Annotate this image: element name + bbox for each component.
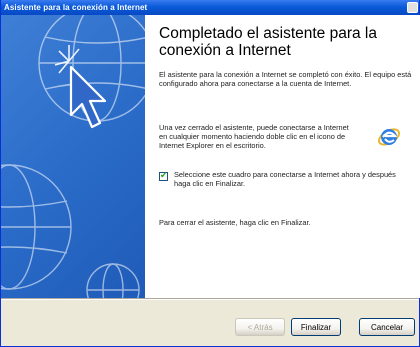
wizard-side-banner bbox=[1, 15, 145, 298]
page-title: Completado el asistente para la conexión… bbox=[159, 25, 377, 59]
completion-text: El asistente para la conexión a Internet… bbox=[159, 70, 412, 88]
internet-explorer-icon bbox=[378, 128, 400, 146]
window-title: Asistente para la conexión a Internet bbox=[4, 3, 148, 12]
footer-divider bbox=[1, 298, 419, 300]
globe-cursor-illustration-icon bbox=[1, 15, 145, 298]
cancel-button[interactable]: Cancelar bbox=[359, 318, 415, 336]
connect-now-checkbox[interactable]: ✔ bbox=[159, 170, 168, 181]
info-text: Una vez cerrado el asistente, puede cone… bbox=[159, 123, 349, 150]
close-instructions: Para cerrar el asistente, haga clic en F… bbox=[159, 218, 311, 227]
title-bar[interactable]: Asistente para la conexión a Internet bbox=[1, 0, 419, 15]
check-icon: ✔ bbox=[160, 170, 168, 180]
finish-button[interactable]: Finalizar bbox=[291, 318, 341, 336]
wizard-window: Asistente para la conexión a Internet Co… bbox=[0, 0, 420, 347]
close-icon[interactable] bbox=[407, 2, 418, 13]
wizard-content: Completado el asistente para la conexión… bbox=[145, 15, 420, 298]
connect-now-label[interactable]: Seleccione este cuadro para conectarse a… bbox=[174, 170, 414, 188]
back-button[interactable]: < Atrás bbox=[235, 318, 285, 336]
